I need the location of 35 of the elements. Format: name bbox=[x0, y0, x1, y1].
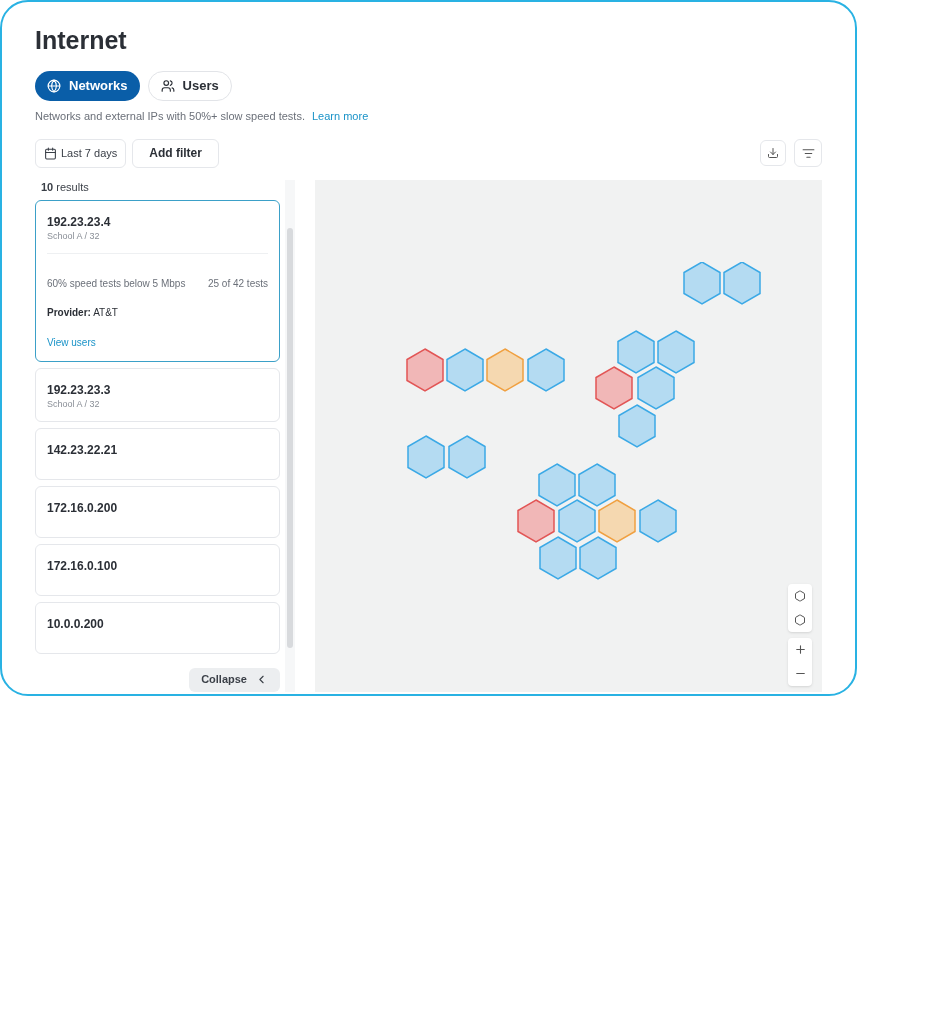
network-card[interactable]: 172.16.0.200 bbox=[35, 485, 280, 538]
view-users-link[interactable]: View users bbox=[47, 334, 268, 350]
network-card[interactable]: 192.23.23.4 School A / 32 60% speed tests below 5 Mbps 25 of 42 tests Provider: AT&T View users bbox=[35, 199, 280, 362]
add-filter-button[interactable]: Add filter bbox=[132, 138, 219, 168]
ip-address: 192.23.23.3 bbox=[47, 381, 112, 398]
collapse-button[interactable]: Collapse bbox=[189, 667, 280, 692]
description-text: Networks and external IPs with 50%+ slow speed tests. Learn more bbox=[35, 109, 369, 124]
hexagon-icon bbox=[794, 613, 806, 626]
date-range-button[interactable]: Last 7 days bbox=[35, 138, 127, 168]
users-icon bbox=[160, 79, 175, 93]
learn-more-link[interactable]: Learn more bbox=[312, 110, 369, 122]
network-card[interactable]: 192.23.23.3 School A / 32 bbox=[35, 367, 280, 422]
ip-address: 10.0.0.200 bbox=[47, 615, 105, 632]
plus-icon bbox=[793, 643, 807, 656]
network-card[interactable]: 172.16.0.100 bbox=[35, 543, 280, 596]
globe-icon bbox=[47, 79, 61, 93]
ip-address: 192.23.23.4 bbox=[47, 213, 112, 230]
scrollbar-thumb[interactable] bbox=[287, 227, 293, 648]
network-subtitle: School A / 32 bbox=[47, 397, 101, 410]
speed-stat: 60% speed tests below 5 Mbps bbox=[47, 276, 186, 291]
calendar-icon bbox=[44, 146, 57, 160]
network-card[interactable]: 10.0.0.200 bbox=[35, 601, 280, 654]
provider-text: Provider: AT&T bbox=[47, 305, 119, 320]
network-card[interactable]: 142.23.22.21 bbox=[35, 427, 280, 480]
ip-address: 142.23.22.21 bbox=[47, 441, 119, 458]
results-count: 10 results bbox=[40, 179, 90, 195]
download-button[interactable] bbox=[760, 140, 786, 166]
network-subtitle: School A / 32 bbox=[47, 229, 101, 242]
ip-address: 172.16.0.100 bbox=[47, 557, 119, 574]
tab[interactable]: Networks bbox=[35, 71, 140, 101]
test-count: 25 of 42 tests bbox=[207, 276, 268, 291]
ip-address: 172.16.0.200 bbox=[47, 499, 119, 516]
hexagon-icon bbox=[794, 589, 806, 602]
page-title: Internet bbox=[35, 25, 127, 56]
download-icon bbox=[767, 147, 779, 159]
